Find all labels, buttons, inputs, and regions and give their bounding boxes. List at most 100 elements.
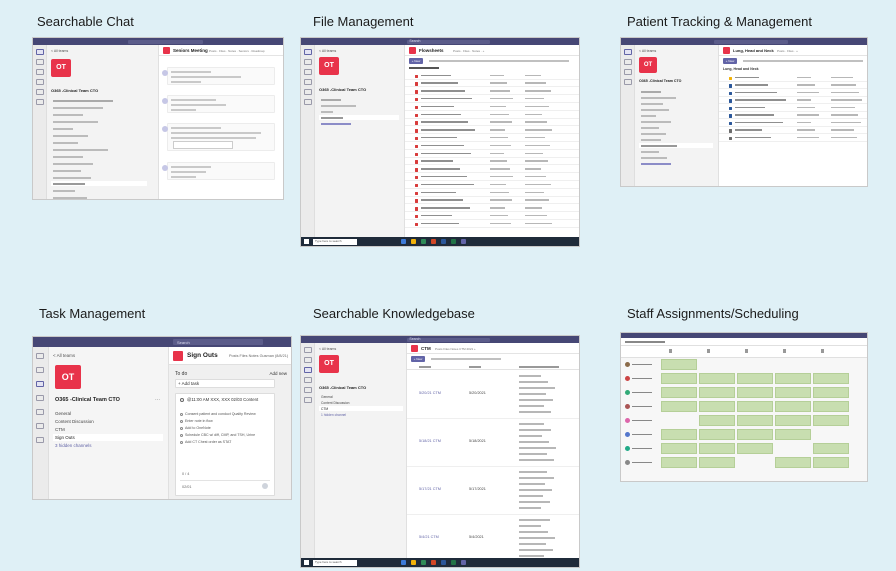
patient-row[interactable] [719, 90, 867, 97]
file-row[interactable] [405, 143, 579, 150]
shift-block[interactable] [775, 415, 811, 426]
kb-row[interactable]: 5/4/21 CTM 5/4/2021 [407, 515, 579, 563]
shift-block[interactable] [699, 457, 735, 468]
calendar-icon[interactable] [304, 79, 312, 85]
file-row[interactable] [405, 221, 579, 228]
shift-block[interactable] [813, 387, 849, 398]
calendar-icon[interactable] [36, 409, 44, 415]
shift-block[interactable] [775, 457, 811, 468]
shift-block[interactable] [661, 359, 697, 370]
channel-ctm[interactable]: CTM [321, 407, 328, 411]
calls-icon[interactable] [36, 423, 44, 429]
chat-icon[interactable] [36, 367, 44, 373]
calendar-icon[interactable] [304, 377, 312, 383]
teams-icon[interactable] [36, 381, 44, 387]
kb-row[interactable]: 5/20/21 CTM 5/20/2021 [407, 371, 579, 419]
file-row[interactable] [405, 151, 579, 158]
files-icon[interactable] [36, 437, 44, 443]
all-teams-link[interactable]: < All teams [51, 49, 68, 53]
channel-tabs[interactable]: Posts Files Notes CTM 2021 + [435, 347, 476, 351]
shift-block[interactable] [775, 401, 811, 412]
patient-row[interactable] [719, 113, 867, 119]
shift-block[interactable] [699, 373, 735, 384]
chat-message[interactable] [162, 123, 275, 151]
patient-row[interactable] [719, 75, 867, 82]
activity-icon[interactable] [36, 353, 44, 359]
checklist-checkbox[interactable] [180, 426, 183, 430]
shift-block[interactable] [699, 387, 735, 398]
checklist-checkbox[interactable] [180, 433, 183, 437]
chat-icon[interactable] [624, 59, 632, 65]
kb-row-title[interactable]: 5/4/21 CTM [419, 535, 439, 539]
shift-block[interactable] [737, 415, 773, 426]
chat-icon[interactable] [304, 357, 312, 363]
shift-block[interactable] [813, 443, 849, 454]
file-row[interactable] [405, 190, 579, 197]
checklist-checkbox[interactable] [180, 412, 183, 416]
kb-row-title[interactable]: 5/20/21 CTM [419, 391, 441, 395]
task-card[interactable]: @11:00 AM XXX, XXX 02/03 Content Consent… [175, 393, 275, 496]
file-row[interactable] [405, 89, 579, 96]
checklist-checkbox[interactable] [180, 440, 183, 444]
all-teams-link[interactable]: < All teams [319, 49, 336, 53]
files-icon[interactable] [304, 99, 312, 105]
patient-row[interactable] [719, 135, 867, 142]
kb-row-title[interactable]: 5/18/21 CTM [419, 439, 441, 443]
shift-block[interactable] [737, 429, 773, 440]
file-row[interactable] [405, 112, 579, 119]
channel-ctm[interactable]: CTM [55, 427, 65, 432]
file-row[interactable] [405, 213, 579, 220]
chat-message[interactable] [162, 162, 275, 180]
channel-general[interactable]: General [321, 395, 333, 399]
patient-row[interactable] [719, 120, 867, 127]
file-row[interactable] [405, 174, 579, 181]
shift-block[interactable] [661, 401, 697, 412]
new-button[interactable]: + New [411, 356, 425, 362]
teams-icon[interactable] [304, 69, 312, 75]
patient-row[interactable] [719, 98, 867, 104]
all-teams-link[interactable]: < All teams [639, 49, 656, 53]
checklist-item[interactable]: Enter note in flow [180, 419, 213, 423]
shift-block[interactable] [661, 457, 697, 468]
calendar-icon[interactable] [36, 79, 44, 85]
shift-block[interactable] [661, 429, 697, 440]
all-teams-link[interactable]: < All teams [53, 353, 75, 358]
assignments-icon[interactable] [36, 395, 44, 401]
calls-icon[interactable] [36, 89, 44, 95]
teams-icon[interactable] [624, 69, 632, 75]
channel-content-discussion[interactable]: Content Discussion [321, 401, 349, 405]
activity-icon[interactable] [624, 49, 632, 55]
chat-icon[interactable] [304, 59, 312, 65]
shift-block[interactable] [813, 373, 849, 384]
shift-block[interactable] [699, 401, 735, 412]
kb-row-title[interactable]: 5/17/21 CTM [419, 487, 441, 491]
checklist-item[interactable]: Schedule CBC w/ diff, CMP, and TSH, Urin… [180, 433, 255, 437]
hidden-channels-link[interactable]: 1 hidden channel [321, 413, 346, 417]
channel-general[interactable]: General [55, 411, 71, 416]
shift-block[interactable] [813, 415, 849, 426]
task-complete-checkbox[interactable] [180, 398, 184, 402]
activity-icon[interactable] [304, 49, 312, 55]
chat-message[interactable] [162, 95, 275, 113]
file-row[interactable] [405, 135, 579, 142]
add-task-button[interactable]: + Add task [178, 381, 199, 386]
shift-block[interactable] [661, 373, 697, 384]
shift-block[interactable] [775, 429, 811, 440]
search-input[interactable]: Search [409, 39, 420, 43]
shift-block[interactable] [699, 429, 735, 440]
teams-icon[interactable] [304, 367, 312, 373]
chat-message[interactable] [162, 67, 275, 85]
patient-row[interactable] [719, 128, 867, 134]
chat-icon[interactable] [36, 59, 44, 65]
shift-block[interactable] [661, 443, 697, 454]
file-row[interactable] [405, 167, 579, 174]
file-row[interactable] [405, 159, 579, 166]
new-button[interactable]: + New [409, 58, 423, 64]
files-icon[interactable] [304, 397, 312, 403]
search-input[interactable]: Search [177, 340, 190, 345]
checklist-item[interactable]: Add to OneNote [180, 426, 211, 430]
file-row[interactable] [405, 198, 579, 205]
patient-row[interactable] [719, 105, 867, 112]
channel-sign-outs[interactable]: Sign Outs [55, 435, 75, 440]
shift-block[interactable] [737, 401, 773, 412]
